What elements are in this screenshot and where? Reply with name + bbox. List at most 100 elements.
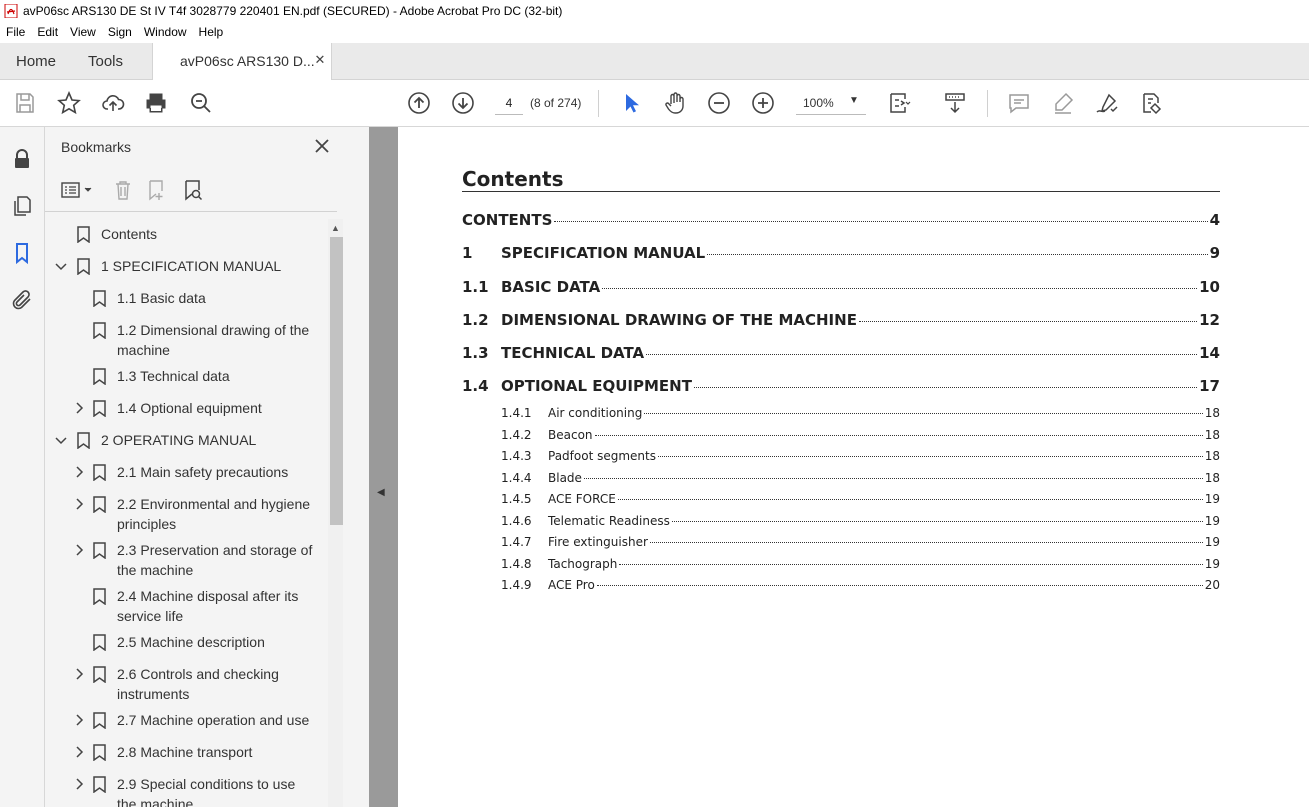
next-page-icon[interactable]: [450, 90, 476, 116]
bookmark-label: 1.2 Dimensional drawing of the: [117, 322, 310, 338]
toc-entry[interactable]: 1.2 DIMENSIONAL DRAWING OF THE MACHINE 1…: [462, 311, 1220, 329]
toc-subentry[interactable]: 1.4.7 Fire extinguisher 19: [501, 535, 1220, 549]
tab-tools[interactable]: Tools: [88, 43, 123, 80]
chevron-down-icon[interactable]: [55, 434, 67, 446]
toc-entry[interactable]: 1.3 TECHNICAL DATA 14: [462, 344, 1220, 362]
hand-tool-icon[interactable]: [662, 90, 688, 116]
lock-icon[interactable]: [10, 147, 34, 171]
page-number-input[interactable]: [495, 91, 523, 115]
chevron-right-icon[interactable]: [73, 498, 85, 510]
bookmark-item[interactable]: 1.4 Optional equipment: [73, 398, 325, 418]
toc-entry[interactable]: CONTENTS 4: [462, 211, 1220, 229]
previous-page-icon[interactable]: [406, 90, 432, 116]
collapse-panel-arrow-icon[interactable]: ◀: [377, 487, 385, 498]
bookmark-icon: [77, 432, 90, 449]
bookmark-item[interactable]: 2.8 Machine transport: [73, 742, 325, 762]
bookmark-icon: [93, 496, 106, 513]
toc-subentry[interactable]: 1.4.1 Air conditioning 18: [501, 406, 1220, 420]
dropdown-arrow-icon: ▼: [849, 95, 859, 106]
toc-subentry-page: 19: [1204, 514, 1220, 528]
zoom-level-dropdown[interactable]: 100% ▼: [796, 91, 866, 115]
attachment-icon[interactable]: [10, 288, 34, 312]
tab-home[interactable]: Home: [16, 43, 56, 80]
toc-entry[interactable]: 1 SPECIFICATION MANUAL 9: [462, 244, 1220, 262]
close-tab-icon[interactable]: ✕: [313, 53, 327, 67]
chevron-right-icon[interactable]: [73, 714, 85, 726]
zoom-in-icon[interactable]: [750, 90, 776, 116]
scroll-up-arrow-icon[interactable]: ▲: [331, 223, 340, 233]
close-panel-icon[interactable]: [313, 137, 331, 155]
save-icon[interactable]: [12, 90, 38, 116]
toc-subentry[interactable]: 1.4.3 Padfoot segments 18: [501, 449, 1220, 463]
bookmark-item[interactable]: 2.4 Machine disposal after its service l…: [93, 586, 325, 626]
toc-entry[interactable]: 1.4 OPTIONAL EQUIPMENT 17: [462, 377, 1220, 395]
edit-pdf-icon[interactable]: [1138, 90, 1164, 116]
menu-edit[interactable]: Edit: [31, 25, 64, 39]
toc-entry[interactable]: 1.1 BASIC DATA 10: [462, 278, 1220, 296]
bookmark-panel-icon[interactable]: [10, 241, 34, 265]
toc-subentry-page: 18: [1204, 428, 1220, 442]
bookmark-icon: [93, 322, 106, 339]
page-thumbnails-icon[interactable]: [10, 194, 34, 218]
chevron-down-icon[interactable]: [55, 260, 67, 272]
scrollbar-thumb[interactable]: [330, 237, 343, 525]
menu-help[interactable]: Help: [193, 25, 230, 39]
toolbar-divider: [598, 90, 599, 117]
scroll-mode-icon[interactable]: [942, 90, 968, 116]
bookmark-icon: [93, 290, 106, 307]
chevron-right-icon[interactable]: [73, 466, 85, 478]
toc-subentry[interactable]: 1.4.9 ACE Pro 20: [501, 578, 1220, 592]
new-bookmark-icon[interactable]: [145, 178, 169, 202]
bookmark-item[interactable]: 1.1 Basic data: [93, 288, 325, 308]
bookmark-item[interactable]: Contents: [75, 224, 325, 244]
bookmark-label: 2.4 Machine disposal after its: [117, 588, 299, 604]
menu-window[interactable]: Window: [138, 25, 193, 39]
menu-view[interactable]: View: [64, 25, 102, 39]
chevron-right-icon[interactable]: [73, 778, 85, 790]
toc-subentry[interactable]: 1.4.5 ACE FORCE 19: [501, 492, 1220, 506]
delete-bookmark-icon[interactable]: [111, 178, 135, 202]
zoom-search-icon[interactable]: [188, 90, 214, 116]
comment-icon[interactable]: [1006, 90, 1032, 116]
menu-file[interactable]: File: [0, 25, 31, 39]
bookmark-item[interactable]: 2.5 Machine description: [93, 632, 325, 652]
upload-cloud-icon[interactable]: [100, 90, 126, 116]
find-bookmark-icon[interactable]: [181, 178, 205, 202]
page-fit-icon[interactable]: [886, 90, 912, 116]
bookmark-item[interactable]: 2.7 Machine operation and use: [73, 710, 325, 730]
chevron-right-icon[interactable]: [73, 544, 85, 556]
zoom-out-icon[interactable]: [706, 90, 732, 116]
bookmark-label: 1.4 Optional equipment: [117, 400, 262, 416]
sign-pen-icon[interactable]: [1094, 90, 1120, 116]
bookmark-item[interactable]: 1 SPECIFICATION MANUAL: [55, 256, 325, 276]
bookmark-item[interactable]: 1.3 Technical data: [93, 366, 325, 386]
bookmark-item[interactable]: 1.2 Dimensional drawing of the machine: [93, 320, 325, 360]
bookmark-item[interactable]: 2.2 Environmental and hygiene principles: [73, 494, 325, 534]
toc-subentry[interactable]: 1.4.8 Tachograph 19: [501, 557, 1220, 571]
bookmark-options-icon[interactable]: [60, 178, 94, 202]
toc-subentry[interactable]: 1.4.2 Beacon 18: [501, 428, 1220, 442]
star-bookmark-icon[interactable]: [56, 90, 82, 116]
bookmark-item[interactable]: 2 OPERATING MANUAL: [55, 430, 325, 450]
bookmark-item[interactable]: 2.3 Preservation and storage of the mach…: [73, 540, 325, 580]
toc-leader-dots: [554, 221, 1208, 222]
panel-gutter[interactable]: ◀: [369, 127, 398, 807]
select-cursor-icon[interactable]: [618, 90, 644, 116]
menu-sign[interactable]: Sign: [102, 25, 138, 39]
window-title: avP06sc ARS130 DE St IV T4f 3028779 2204…: [23, 4, 563, 18]
bookmark-item[interactable]: 2.6 Controls and checking instruments: [73, 664, 325, 704]
bookmarks-scrollbar[interactable]: ▲: [328, 219, 343, 807]
bookmark-item[interactable]: 2.9 Special conditions to use the machin…: [73, 774, 325, 807]
toc-subentry[interactable]: 1.4.6 Telematic Readiness 19: [501, 514, 1220, 528]
bookmark-label-line2: principles: [117, 516, 177, 532]
main-toolbar: [0, 80, 1309, 127]
toc-subentry[interactable]: 1.4.4 Blade 18: [501, 471, 1220, 485]
bookmark-item[interactable]: 2.1 Main safety precautions: [73, 462, 325, 482]
chevron-right-icon[interactable]: [73, 668, 85, 680]
chevron-right-icon[interactable]: [73, 746, 85, 758]
tab-document[interactable]: avP06sc ARS130 D... ✕: [152, 43, 332, 81]
print-icon[interactable]: [143, 90, 169, 116]
chevron-right-icon[interactable]: [73, 402, 85, 414]
highlight-pen-icon[interactable]: [1050, 90, 1076, 116]
acrobat-pdf-icon: [4, 4, 18, 18]
